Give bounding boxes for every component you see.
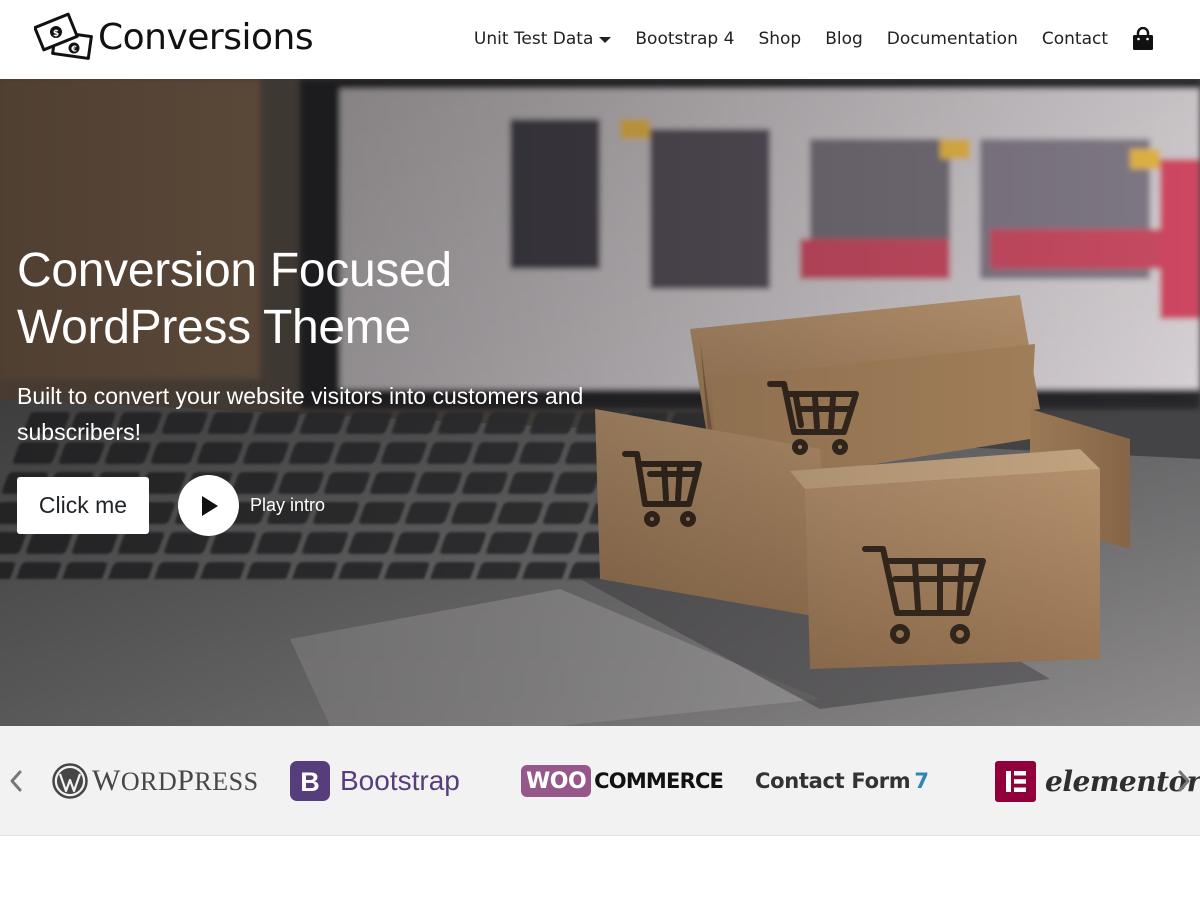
play-intro-button[interactable]: Play intro bbox=[178, 475, 325, 536]
nav-item-contact[interactable]: Contact bbox=[1042, 29, 1108, 49]
hero-subtitle: Built to convert your website visitors i… bbox=[17, 383, 584, 445]
brand-name: Conversions bbox=[98, 17, 314, 58]
hero-section: Conversion Focused WordPress Theme Built… bbox=[0, 79, 1200, 726]
hero-title-line-1: Conversion Focused bbox=[17, 244, 452, 297]
wordpress-wordmark: WORDPRESS bbox=[92, 764, 259, 797]
nav-item-label: Shop bbox=[758, 29, 802, 49]
play-button-circle[interactable] bbox=[178, 475, 239, 536]
hero-content: Conversion Focused WordPress Theme Built… bbox=[17, 242, 617, 536]
wordpress-icon bbox=[52, 763, 88, 799]
primary-nav: Unit Test Data Bootstrap 4 Shop Blog Doc… bbox=[474, 22, 1154, 56]
chevron-left-icon[interactable] bbox=[4, 766, 28, 796]
chevron-right-icon[interactable] bbox=[1172, 766, 1196, 796]
nav-item-label: Unit Test Data bbox=[473, 29, 594, 49]
nav-item-label: Documentation bbox=[886, 29, 1018, 49]
contact-form-7-wordmark: Contact Form 7 bbox=[755, 769, 929, 793]
logo-elementor[interactable]: elementor bbox=[995, 756, 1200, 806]
click-me-button[interactable]: Click me bbox=[17, 477, 149, 534]
navbar: $ € Conversions Unit Test Data Bootstrap… bbox=[0, 0, 1200, 79]
logo-contact-form-7[interactable]: Contact Form 7 bbox=[755, 756, 929, 806]
logo-wordpress[interactable]: WORDPRESS bbox=[52, 756, 259, 806]
logo-woocommerce[interactable]: WOO COMMERCE bbox=[521, 756, 724, 806]
elementor-icon bbox=[995, 760, 1036, 802]
money-bills-logo-icon: $ € bbox=[34, 12, 93, 60]
svg-text:€: € bbox=[70, 45, 77, 54]
bootstrap-wordmark: Bootstrap bbox=[340, 765, 460, 796]
hero-actions: Click me Play intro bbox=[17, 475, 325, 536]
nav-item-unit-test-data[interactable]: Unit Test Data bbox=[473, 29, 612, 49]
svg-text:B: B bbox=[300, 767, 320, 797]
nav-item-documentation[interactable]: Documentation bbox=[887, 29, 1018, 49]
brand-home-link[interactable]: $ € Conversions bbox=[34, 12, 314, 64]
nav-item-shop[interactable]: Shop bbox=[758, 29, 801, 49]
hero-title: Conversion Focused WordPress Theme bbox=[17, 242, 617, 356]
nav-item-bootstrap-4[interactable]: Bootstrap 4 bbox=[635, 29, 734, 49]
shopping-bag-icon[interactable] bbox=[1132, 27, 1154, 51]
hero-title-line-2: WordPress Theme bbox=[17, 301, 411, 354]
nav-item-blog[interactable]: Blog bbox=[825, 29, 863, 49]
woocommerce-wordmark: COMMERCE bbox=[594, 769, 724, 793]
nav-item-label: Blog bbox=[825, 29, 863, 49]
nav-item-label: Contact bbox=[1041, 29, 1108, 49]
logo-bootstrap[interactable]: B Bootstrap bbox=[290, 756, 460, 806]
nav-item-label: Bootstrap 4 bbox=[635, 29, 735, 49]
bootstrap-icon: B bbox=[290, 761, 330, 801]
play-intro-label: Play intro bbox=[250, 495, 326, 515]
svg-text:$: $ bbox=[53, 29, 59, 39]
play-icon bbox=[201, 495, 218, 516]
caret-down-icon bbox=[599, 36, 612, 43]
woo-badge: WOO bbox=[521, 765, 592, 797]
partner-logo-carousel: WORDPRESS B Bootstrap WOO COMMERCE Conta… bbox=[0, 726, 1200, 836]
